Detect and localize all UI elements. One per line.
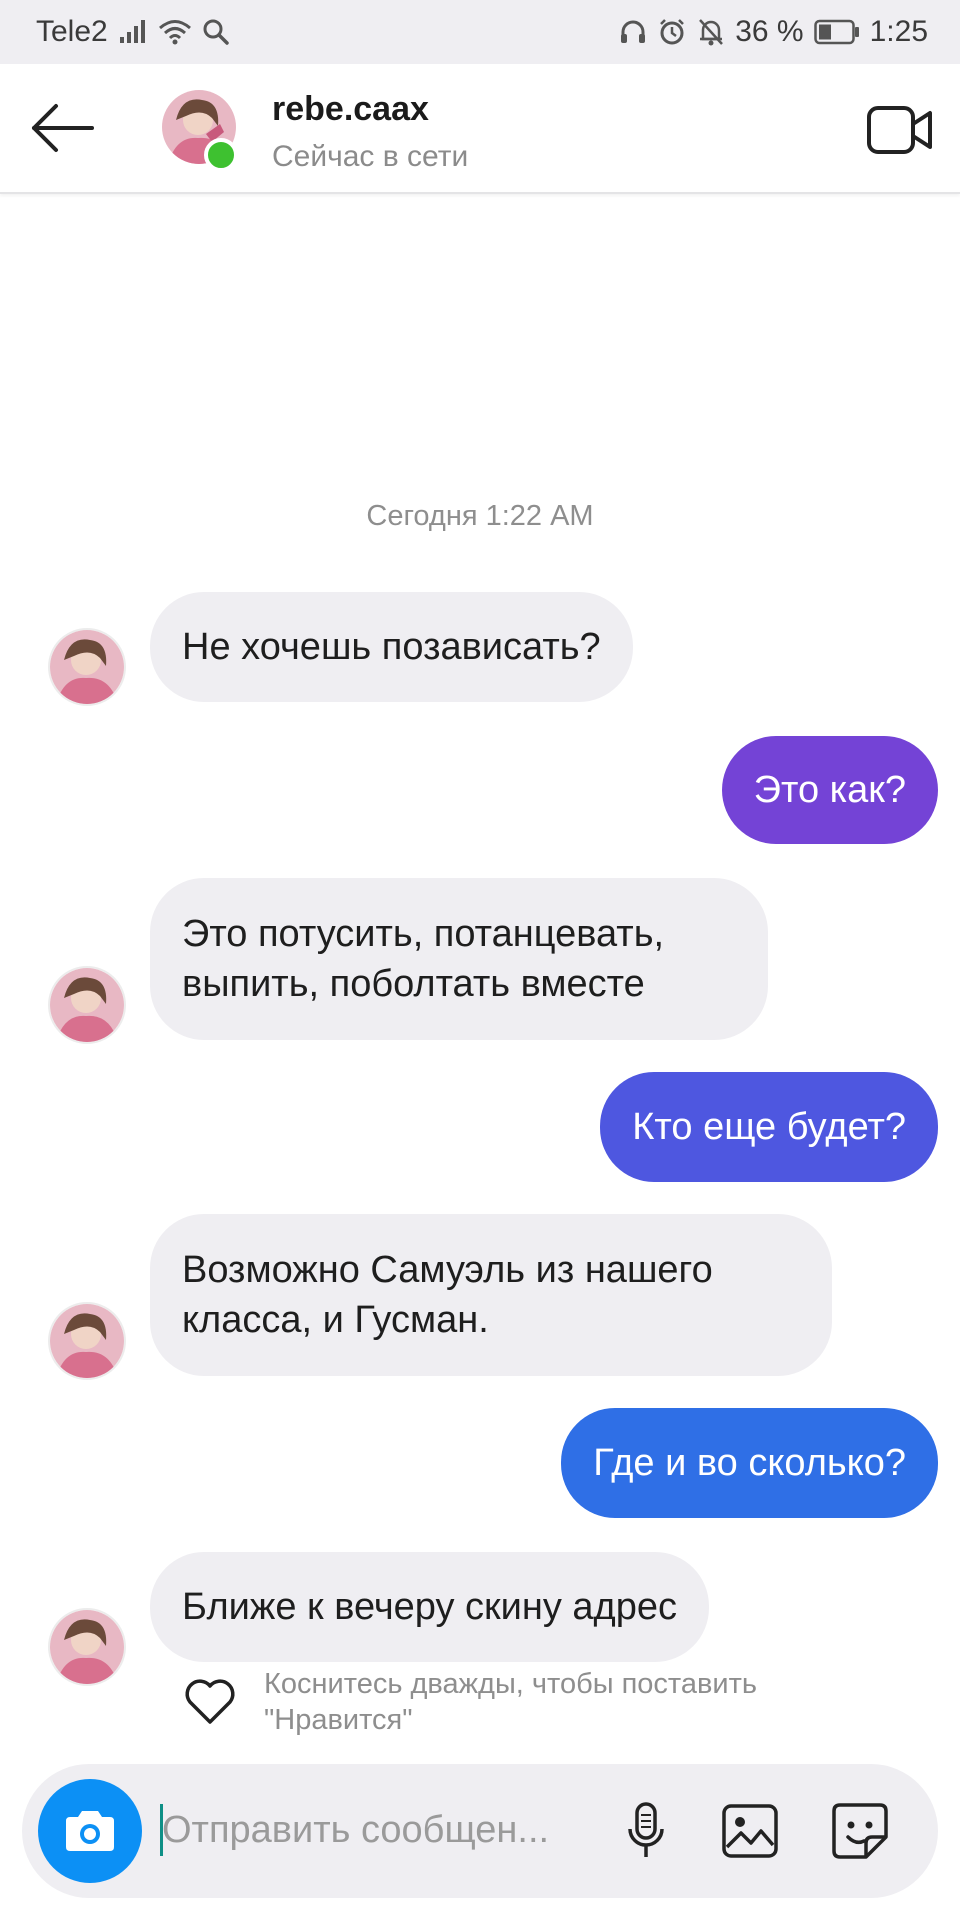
like-hint-row: Коснитесь дважды, чтобы поставить "Нрави…: [182, 1666, 864, 1738]
video-camera-icon[interactable]: [866, 102, 934, 158]
outgoing-message[interactable]: Кто еще будет?: [600, 1072, 938, 1182]
wifi-icon: [158, 20, 191, 45]
microphone-button[interactable]: [614, 1798, 678, 1864]
signal-icon: [119, 20, 145, 43]
profile-photo: [50, 968, 124, 1042]
microphone-icon: [628, 1802, 664, 1857]
presence-status: Сейчас в сети: [272, 140, 469, 173]
clock: 1:25: [869, 15, 928, 48]
carrier-name: Tele2: [36, 15, 108, 48]
message-text: Где и во сколько?: [593, 1442, 906, 1484]
chat-header: rebe.caax Сейчас в сети: [0, 64, 960, 194]
online-status-indicator: [204, 138, 238, 172]
incoming-message[interactable]: Возможно Самуэль из нашего класса, и Гус…: [150, 1214, 832, 1376]
sender-avatar[interactable]: [48, 1302, 126, 1380]
camera-icon: [66, 1811, 114, 1851]
message-text: Это потусить, потанцевать, выпить, побол…: [182, 913, 665, 1005]
username[interactable]: rebe.caax: [272, 90, 429, 129]
notifications-off-icon: [699, 19, 724, 46]
message-composer: [22, 1764, 938, 1898]
sticker-button[interactable]: [828, 1798, 892, 1864]
incoming-message[interactable]: Не хочешь позависать?: [150, 592, 633, 702]
sender-avatar[interactable]: [48, 628, 126, 706]
alarm-icon: [660, 19, 685, 45]
status-bar-left: Tele2: [36, 15, 230, 49]
profile-photo: [50, 1610, 124, 1684]
message-text: Кто еще будет?: [632, 1106, 906, 1148]
heart-icon[interactable]: [182, 1676, 238, 1726]
outgoing-message[interactable]: Это как?: [721, 736, 938, 844]
status-bar: Tele2 36 % 1:25: [0, 0, 960, 64]
incoming-message[interactable]: Ближе к вечеру скину адрес: [150, 1552, 710, 1662]
headphones-icon: [621, 20, 646, 43]
sender-avatar[interactable]: [48, 1608, 126, 1686]
message-text: Ближе к вечеру скину адрес: [182, 1586, 678, 1628]
camera-button[interactable]: [38, 1779, 142, 1883]
profile-photo: [50, 630, 124, 704]
message-input[interactable]: [162, 1794, 622, 1866]
sticker-icon: [832, 1803, 888, 1859]
gallery-button[interactable]: [718, 1798, 782, 1864]
sender-avatar[interactable]: [48, 966, 126, 1044]
gallery-icon: [722, 1804, 778, 1858]
message-text: Это как?: [753, 769, 906, 811]
profile-photo: [50, 1304, 124, 1378]
back-arrow-icon[interactable]: [28, 100, 98, 156]
battery-icon: [813, 19, 859, 45]
status-bar-right: 36 % 1:25: [619, 15, 928, 49]
message-text: Не хочешь позависать?: [182, 626, 601, 668]
message-text: Возможно Самуэль из нашего класса, и Гус…: [182, 1249, 713, 1341]
search-icon: [203, 19, 229, 45]
chat-timestamp: Сегодня 1:22 AM: [366, 500, 594, 532]
incoming-message[interactable]: Это потусить, потанцевать, выпить, побол…: [150, 878, 768, 1040]
battery-percent: 36 %: [735, 15, 804, 48]
like-hint-text: Коснитесь дважды, чтобы поставить "Нрави…: [264, 1668, 758, 1736]
outgoing-message[interactable]: Где и во сколько?: [561, 1408, 938, 1518]
